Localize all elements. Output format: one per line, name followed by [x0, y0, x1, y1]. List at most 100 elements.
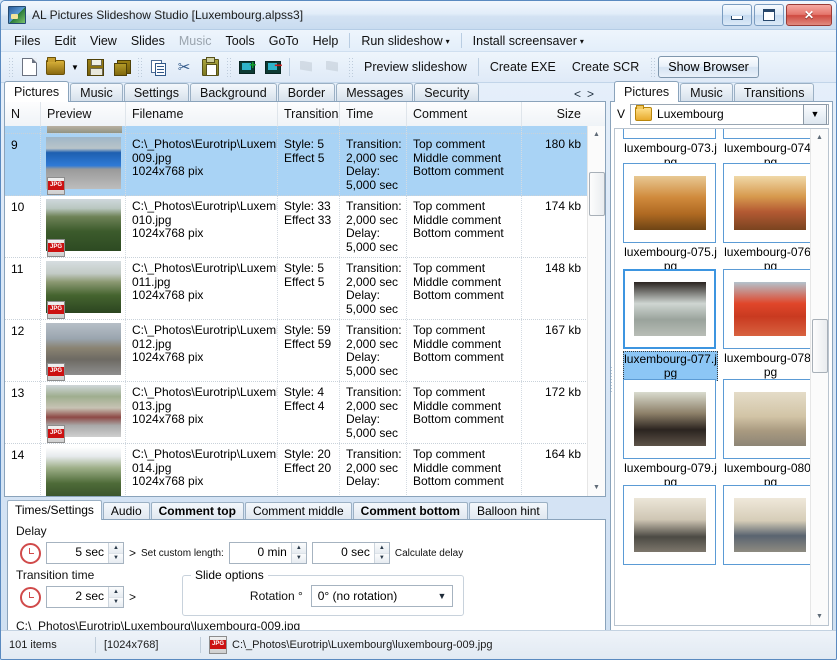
list-item[interactable]: luxembourg-077.jpg [623, 269, 718, 381]
table-row[interactable]: 11 JPG C:\_Photos\Eurotrip\Luxembourg\lu… [5, 258, 588, 320]
table-row[interactable]: 9 JPG C:\_Photos\Eurotrip\Luxembourg\lux… [5, 134, 588, 196]
thumbnail-frame[interactable] [723, 129, 811, 139]
toolbar-grip-1[interactable] [8, 57, 13, 77]
thumbnail-frame[interactable] [723, 269, 811, 349]
spin-up-icon[interactable]: ▲ [375, 543, 389, 554]
list-item[interactable]: luxembourg-076.jpg [723, 163, 811, 273]
toolbar-grip-2[interactable] [137, 57, 142, 77]
list-item[interactable]: luxembourg-075.jpg [623, 163, 718, 273]
tab-background[interactable]: Background [190, 83, 277, 102]
toolbar-grip-5[interactable] [650, 57, 655, 77]
column-header-preview[interactable]: Preview [41, 102, 126, 126]
subtab-balloon-hint[interactable]: Balloon hint [469, 502, 548, 520]
rotation-combobox[interactable]: 0° (no rotation) ▼ [311, 585, 453, 607]
column-header-time[interactable]: Time [340, 102, 407, 126]
custom-sec-spinner[interactable]: 0 sec ▲▼ [312, 542, 390, 564]
add-slide-button[interactable]: + [234, 55, 260, 79]
clock-icon[interactable] [20, 587, 41, 608]
custom-min-spinner[interactable]: 0 min ▲▼ [229, 542, 307, 564]
copy-button[interactable] [145, 55, 171, 79]
tab-settings[interactable]: Settings [124, 83, 189, 102]
menu-edit[interactable]: Edit [47, 32, 83, 50]
cut-button[interactable]: ✂ [171, 55, 197, 79]
browser-splitter-grip[interactable] [610, 366, 615, 392]
browser-scroll-thumb[interactable] [812, 319, 828, 373]
paste-button[interactable] [197, 55, 223, 79]
list-item[interactable]: luxembourg-078.jpg [723, 269, 811, 379]
menu-files[interactable]: Files [7, 32, 47, 50]
tab-scroll-arrows[interactable]: <> [574, 87, 600, 101]
tab-scroll-prev[interactable]: < [574, 87, 587, 101]
thumbnail-frame[interactable] [623, 485, 716, 565]
subtab-comment-bottom[interactable]: Comment bottom [353, 502, 468, 520]
minimize-button[interactable] [722, 4, 752, 26]
list-item[interactable] [723, 485, 811, 567]
create-scr-button[interactable]: Create SCR [564, 57, 647, 77]
chevron-down-icon[interactable]: ▼ [432, 591, 452, 601]
table-row[interactable]: 12 JPG C:\_Photos\Eurotrip\Luxembourg\lu… [5, 320, 588, 382]
maximize-button[interactable] [754, 4, 784, 26]
column-header-comment[interactable]: Comment [407, 102, 522, 126]
column-header-filename[interactable]: Filename [126, 102, 278, 126]
spin-down-icon[interactable]: ▼ [292, 554, 306, 564]
list-item[interactable] [623, 485, 718, 567]
remove-slide-button[interactable]: − [260, 55, 286, 79]
toolbar-grip-3[interactable] [226, 57, 231, 77]
view-mode-label[interactable]: V [617, 107, 625, 121]
delay-spin-arrows[interactable]: ▲▼ [108, 543, 123, 563]
thumbnail-frame[interactable] [623, 379, 716, 459]
spin-down-icon[interactable]: ▼ [109, 598, 123, 608]
table-row[interactable]: 14 C:\_Photos\Eurotrip\Luxembourg\luxemb… [5, 444, 588, 496]
menu-slides[interactable]: Slides [124, 32, 172, 50]
browser-tab-pictures[interactable]: Pictures [614, 81, 679, 102]
scroll-down-button[interactable]: ▼ [588, 479, 605, 496]
close-button[interactable]: ✕ [786, 4, 832, 26]
open-button[interactable] [42, 55, 68, 79]
folder-combobox[interactable]: Luxembourg ▼ [630, 104, 829, 125]
custom-min-spin-arrows[interactable]: ▲▼ [291, 543, 306, 563]
subtab-comment-top[interactable]: Comment top [151, 502, 244, 520]
tab-messages[interactable]: Messages [336, 83, 413, 102]
spin-up-icon[interactable]: ▲ [109, 543, 123, 554]
column-header-n[interactable]: N [5, 102, 41, 126]
custom-sec-spin-arrows[interactable]: ▲▼ [374, 543, 389, 563]
menu-tools[interactable]: Tools [219, 32, 262, 50]
table-row[interactable]: 10 JPG C:\_Photos\Eurotrip\Luxembourg\lu… [5, 196, 588, 258]
spin-up-icon[interactable]: ▲ [109, 587, 123, 598]
browser-scroll-up-button[interactable]: ▲ [811, 129, 828, 146]
save-button[interactable] [82, 55, 108, 79]
thumbnail-frame[interactable] [723, 485, 811, 565]
tab-pictures[interactable]: Pictures [4, 81, 69, 102]
spin-down-icon[interactable]: ▼ [109, 554, 123, 564]
menu-install-screensaver[interactable]: Install screensaver▾ [466, 32, 591, 50]
scroll-up-button[interactable]: ▲ [588, 126, 605, 143]
subtab-times-settings[interactable]: Times/Settings [7, 500, 102, 520]
list-item[interactable]: luxembourg-079.jpg [623, 379, 718, 489]
new-button[interactable] [16, 55, 42, 79]
table-row[interactable]: 13 JPG C:\_Photos\Eurotrip\Luxembourg\lu… [5, 382, 588, 444]
browser-tab-music[interactable]: Music [680, 83, 733, 102]
menu-run-slideshow[interactable]: Run slideshow▾ [354, 32, 456, 50]
save-all-button[interactable] [108, 55, 134, 79]
tab-scroll-next[interactable]: > [587, 87, 600, 101]
tab-security[interactable]: Security [414, 83, 479, 102]
list-item[interactable]: luxembourg-080.jpg [723, 379, 811, 489]
menu-goto[interactable]: GoTo [262, 32, 306, 50]
menu-help[interactable]: Help [306, 32, 346, 50]
tab-border[interactable]: Border [278, 83, 336, 102]
spin-down-icon[interactable]: ▼ [375, 554, 389, 564]
subtab-comment-middle[interactable]: Comment middle [245, 502, 352, 520]
clock-icon[interactable] [20, 543, 41, 564]
thumbnail-frame[interactable] [723, 163, 811, 243]
open-dropdown-button[interactable]: ▼ [68, 55, 82, 79]
column-header-size[interactable]: Size [522, 102, 587, 126]
thumbnail-frame[interactable] [723, 379, 811, 459]
transition-spin-arrows[interactable]: ▲▼ [108, 587, 123, 607]
browser-scrollbar[interactable]: ▲ ▼ [810, 129, 828, 625]
tab-music[interactable]: Music [70, 83, 123, 102]
browser-tab-transitions[interactable]: Transitions [734, 83, 815, 102]
menu-view[interactable]: View [83, 32, 124, 50]
create-exe-button[interactable]: Create EXE [482, 57, 564, 77]
thumbnail-frame[interactable] [623, 129, 716, 139]
show-browser-button[interactable]: Show Browser [658, 56, 759, 78]
